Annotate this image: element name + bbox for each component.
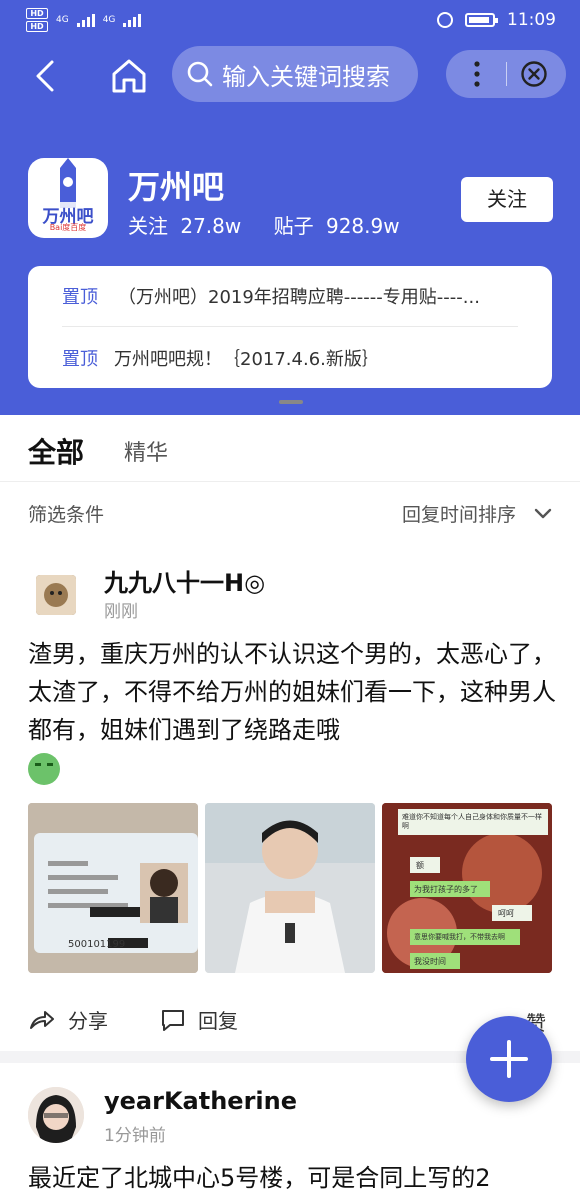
post-author[interactable]: yearKatherine	[104, 1087, 297, 1115]
chat-line: 我没时间	[414, 957, 446, 966]
close-icon[interactable]	[520, 60, 548, 88]
chat-line: 呵呵	[498, 909, 514, 918]
chevron-down-icon[interactable]	[534, 506, 552, 520]
post-text: 渣男，重庆万州的认不认识这个男的，太恶心了，太渣了，不得不给万州的姐妹们看一下，…	[28, 640, 556, 744]
signal-icon	[123, 13, 142, 27]
post-time: 刚刚	[104, 602, 138, 622]
pinned-title: 万州吧吧规！｛2017.4.6.新版｝	[114, 349, 380, 370]
top-nav: 输入关键词搜索	[0, 44, 580, 106]
avatar[interactable]	[36, 575, 76, 615]
drag-handle[interactable]	[279, 400, 303, 404]
alarm-icon	[437, 12, 453, 28]
tab-all[interactable]: 全部	[28, 431, 84, 471]
post-text: 最近定了北城中心5号楼，可是合同上写的2	[28, 1164, 491, 1192]
search-input[interactable]: 输入关键词搜索	[172, 46, 418, 102]
search-placeholder: 输入关键词搜索	[222, 62, 390, 91]
status-bar: HD HD 4G 4G 11:09	[0, 0, 580, 42]
back-arrow-icon[interactable]	[26, 56, 66, 96]
hd-badge: HD	[26, 8, 48, 19]
forum-stats: 关注 27.8w 贴子 928.9w	[128, 210, 406, 239]
share-label: 分享	[68, 1009, 108, 1033]
posts-count: 928.9w	[325, 214, 400, 238]
mini-app-capsule	[446, 50, 566, 98]
pinned-posts: 置顶 （万州吧）2019年招聘应聘------专用贴----... 置顶 万州吧…	[28, 266, 552, 388]
hd-badge: HD	[26, 21, 48, 32]
chat-line: 难道你不知道每个人自己身体和你质量不一样啊	[402, 813, 542, 830]
post-images: 500101199 难道你不知道每个人自己身体和你质量不一样啊 额 为我打孩子的…	[28, 803, 554, 973]
follow-button[interactable]: 关注	[461, 177, 553, 222]
forum-header: HD HD 4G 4G 11:09 输入关键词搜索 万州吧 Bai度百度 万州吧…	[0, 0, 580, 415]
post-time: 1分钟前	[104, 1126, 166, 1146]
network-type: 4G	[56, 15, 69, 25]
pinned-title: （万州吧）2019年招聘应聘------专用贴----...	[118, 287, 480, 308]
network-type: 4G	[102, 15, 116, 25]
share-icon	[30, 1010, 54, 1029]
tab-featured[interactable]: 精华	[124, 435, 168, 467]
pinned-tag: 置顶	[62, 349, 98, 370]
tab-bar: 全部 精华	[0, 415, 580, 481]
post-card[interactable]: 九九八十一H◎ 刚刚 渣男，重庆万州的认不认识这个男的，太恶心了，太渣了，不得不…	[0, 545, 580, 1045]
battery-icon	[465, 13, 498, 27]
reply-label: 回复	[198, 1009, 238, 1033]
post-author[interactable]: 九九八十一H◎	[104, 563, 265, 598]
forum-logo: 万州吧 Bai度百度	[28, 158, 108, 238]
comment-icon	[162, 1009, 184, 1031]
post-image-id-card[interactable]: 500101199	[28, 803, 198, 973]
post-image-portrait[interactable]	[205, 803, 375, 973]
chat-line: 为我打孩子的多了	[414, 885, 478, 894]
followers-label: 关注	[128, 214, 168, 238]
clock: 11:09	[507, 10, 556, 30]
chat-line: 额	[416, 861, 424, 870]
logo-brand: Bai度百度	[49, 223, 87, 232]
new-post-button[interactable]	[466, 1016, 552, 1102]
signal-icon	[76, 13, 95, 27]
sort-dropdown[interactable]: 回复时间排序	[402, 500, 516, 527]
search-icon	[187, 61, 213, 87]
avatar[interactable]	[28, 1087, 84, 1143]
pinned-item[interactable]: 置顶 （万州吧）2019年招聘应聘------专用贴----...	[28, 266, 552, 326]
home-icon[interactable]	[108, 56, 150, 96]
reply-button[interactable]: 回复	[160, 1005, 238, 1034]
more-icon[interactable]	[462, 56, 492, 92]
pinned-item[interactable]: 置顶 万州吧吧规！｛2017.4.6.新版｝	[28, 328, 552, 388]
pinned-tag: 置顶	[62, 287, 98, 308]
post-image-chat[interactable]: 难道你不知道每个人自己身体和你质量不一样啊 额 为我打孩子的多了 呵呵 意思你要…	[382, 803, 552, 973]
sick-emoji-icon	[28, 753, 60, 785]
chat-line: 意思你要喊我打，不带我去啊	[414, 933, 505, 941]
share-button[interactable]: 分享	[28, 1005, 108, 1034]
filter-button[interactable]: 筛选条件	[28, 500, 104, 527]
id-number-text: 500101199	[68, 939, 126, 950]
posts-label: 贴子	[273, 214, 314, 238]
followers-count: 27.8w	[180, 214, 242, 238]
forum-name: 万州吧	[128, 168, 225, 206]
post-body: 渣男，重庆万州的认不认识这个男的，太恶心了，太渣了，不得不给万州的姐妹们看一下，…	[28, 635, 558, 787]
